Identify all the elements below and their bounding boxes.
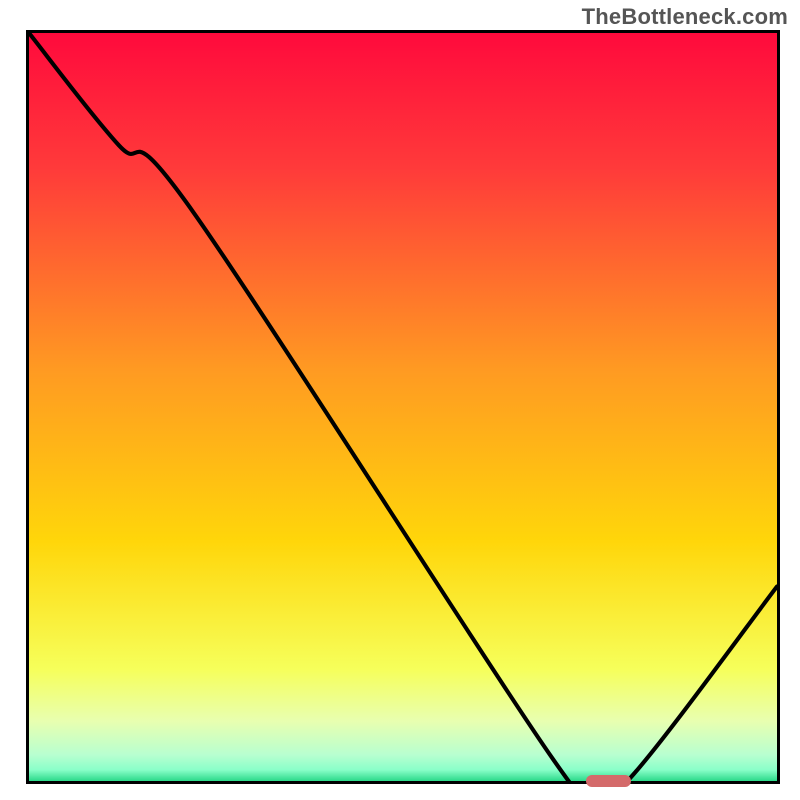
watermark-text: TheBottleneck.com	[582, 4, 788, 30]
chart-minimum-marker	[586, 775, 631, 787]
chart-series-curve	[29, 33, 777, 781]
chart-plot-area	[26, 30, 780, 784]
